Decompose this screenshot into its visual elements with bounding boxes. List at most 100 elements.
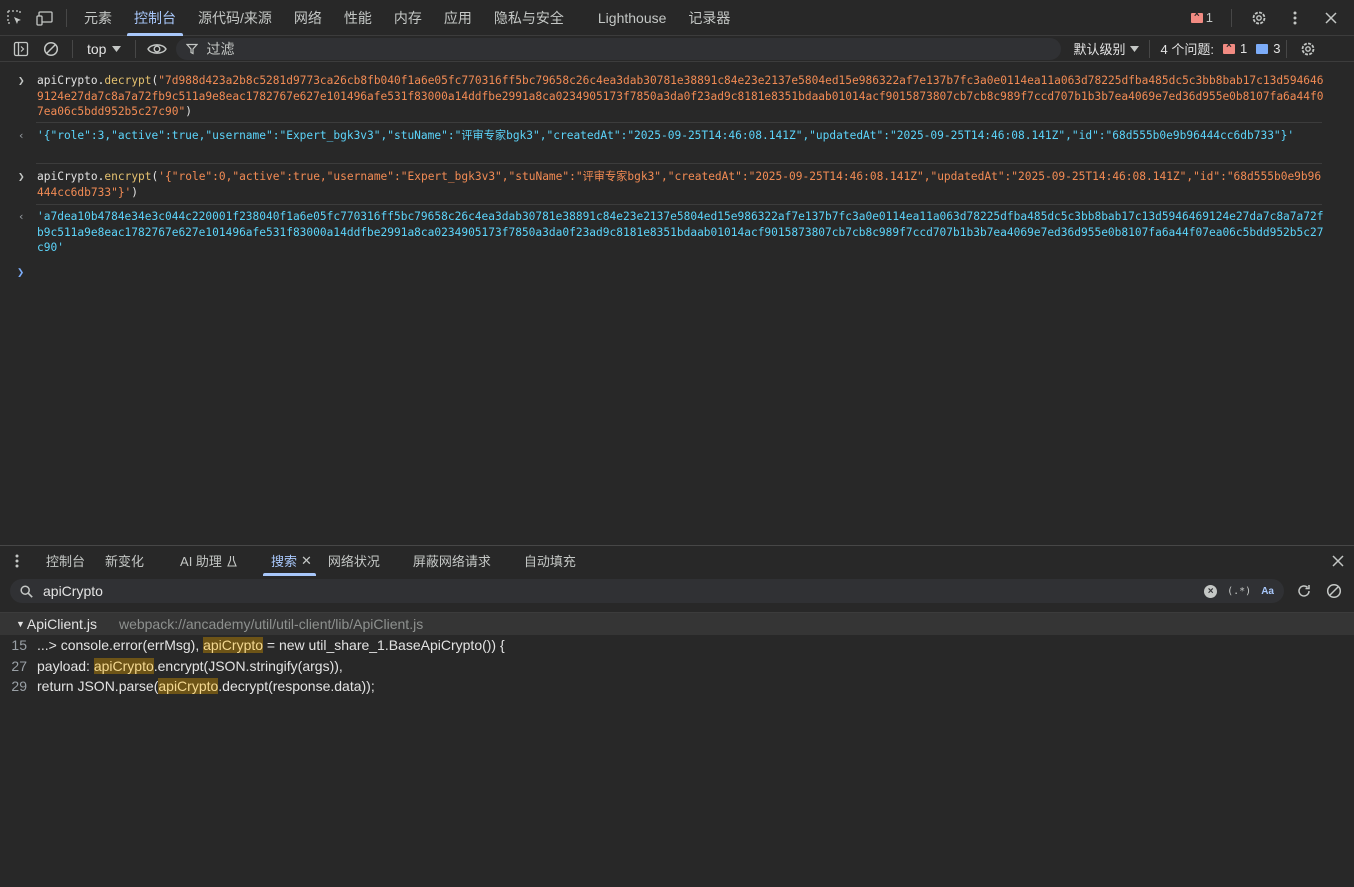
log-level-value: 默认级别 xyxy=(1073,42,1126,57)
filter-input[interactable]: 过滤 xyxy=(176,37,1062,60)
drawer-tab-whats-new[interactable]: 新变化 xyxy=(97,546,152,576)
error-flag-icon xyxy=(1190,9,1203,23)
separator xyxy=(66,8,67,27)
drawer-tab-search-label: 搜索 xyxy=(270,554,297,569)
search-row: apiCrypto × (.*) Aa xyxy=(0,576,1354,606)
tab-console[interactable]: 控制台 xyxy=(123,0,187,36)
issues-label: 4 个问题: xyxy=(1160,42,1214,57)
search-query: apiCrypto xyxy=(43,583,103,599)
match-after: .decrypt(response.data)); xyxy=(218,678,375,695)
result-match-line[interactable]: 29 return JSON.parse(apiCrypto .decrypt(re… xyxy=(0,676,1354,697)
divider xyxy=(36,204,1322,205)
error-count: 1 xyxy=(1205,10,1213,25)
drawer-tab-network-conditions[interactable]: 网络状况 xyxy=(320,546,388,576)
tab-recorder[interactable]: 记录器 xyxy=(677,0,741,36)
match-case-toggle[interactable]: Aa xyxy=(1261,586,1274,597)
match-highlight: apiCrypto xyxy=(158,678,219,695)
issues-error-count: 1 xyxy=(1239,41,1248,56)
tab-elements[interactable]: 元素 xyxy=(73,0,123,36)
issue-error-icon xyxy=(1222,40,1235,54)
match-before: return JSON.parse( xyxy=(37,678,159,695)
regex-toggle[interactable]: (.*) xyxy=(1227,586,1251,597)
live-expression-eye-icon[interactable] xyxy=(142,36,172,62)
drawer-tab-search[interactable]: 搜索 ✕ xyxy=(262,546,316,576)
drawer-tab-request-blocking[interactable]: 屏蔽网络请求 xyxy=(405,546,499,576)
result-arrow-icon: ‹ xyxy=(18,210,25,223)
divider xyxy=(36,163,1322,164)
code-paren-close: ) xyxy=(185,105,192,118)
code-method: encrypt xyxy=(104,170,152,183)
separator xyxy=(1286,39,1288,58)
separator xyxy=(72,39,73,58)
chevron-down-icon xyxy=(112,45,122,52)
code-string-arg: '{"role":0,"active":true,"username":"Exp… xyxy=(37,170,1322,199)
close-devtools-icon[interactable] xyxy=(1316,0,1346,36)
tab-privacy-security[interactable]: 隐私与安全 xyxy=(483,0,575,36)
error-count-badge[interactable]: 1 xyxy=(1185,9,1219,25)
issues-info-count: 3 xyxy=(1273,41,1281,56)
drawer-tab-console[interactable]: 控制台 xyxy=(38,546,93,576)
tab-sources[interactable]: 源代码/来源 xyxy=(187,0,283,36)
issues-counter[interactable]: 4 个问题: 1 3 xyxy=(1160,39,1280,58)
console-toolbar: top 过滤 默认级别 4 个问题: 1 3 xyxy=(0,36,1354,62)
close-drawer-icon[interactable] xyxy=(1332,554,1344,567)
line-number: 27 xyxy=(11,657,27,674)
match-after: .encrypt(JSON.stringify(args)), xyxy=(153,657,343,674)
code-object: apiCrypto xyxy=(37,170,98,183)
separator xyxy=(1231,8,1232,27)
result-file-path: webpack://ancademy/util/util-client/lib/… xyxy=(118,616,424,632)
match-after: = new util_share_1.BaseApiCrypto()) { xyxy=(263,637,505,654)
flask-icon xyxy=(227,555,237,567)
match-before: payload: xyxy=(37,657,94,674)
inspect-element-icon[interactable] xyxy=(0,0,30,36)
console-settings-gear-icon[interactable] xyxy=(1293,36,1323,62)
expand-chevron-icon: ❯ xyxy=(18,74,25,87)
filter-icon xyxy=(186,43,199,54)
collapse-triangle-icon[interactable]: ▼ xyxy=(16,619,25,629)
console-output[interactable]: ❯ apiCrypto.decrypt("7d988d423a2b8c5281d… xyxy=(0,63,1354,544)
refresh-icon[interactable] xyxy=(1296,583,1312,599)
tab-lighthouse[interactable]: Lighthouse xyxy=(587,0,678,36)
clear-console-icon[interactable] xyxy=(36,36,66,62)
drawer-tab-ai-assistant[interactable]: AI 助理 xyxy=(172,546,245,576)
settings-gear-icon[interactable] xyxy=(1244,0,1274,36)
result-file-row[interactable]: ▼ ApiClient.js webpack://ancademy/util/u… xyxy=(0,613,1354,635)
drawer-tab-ai-label: AI 助理 xyxy=(180,554,222,569)
clear-results-icon[interactable] xyxy=(1326,583,1342,599)
clear-search-icon[interactable]: × xyxy=(1204,584,1218,598)
result-match-line[interactable]: 15 ...> console.error(errMsg), apiCrypto … xyxy=(0,635,1354,656)
code-string-arg: "7d988d423a2b8c5281d9773ca26cb8fb040f1a6… xyxy=(37,74,1324,118)
log-level-selector[interactable]: 默认级别 xyxy=(1073,39,1140,58)
match-highlight: apiCrypto xyxy=(203,637,264,654)
result-file-name: ApiClient.js xyxy=(26,616,97,632)
drawer-tab-bar: 控制台 新变化 AI 助理 搜索 ✕ 网络状况 屏蔽网络请求 自动填充 xyxy=(0,545,1354,576)
search-input[interactable]: apiCrypto × (.*) Aa xyxy=(10,579,1284,603)
search-icon xyxy=(20,584,33,598)
separator xyxy=(1149,39,1151,58)
main-tab-bar: 元素 控制台 源代码/来源 网络 性能 内存 应用 隐私与安全 Lighthou… xyxy=(0,0,1354,36)
match-highlight: apiCrypto xyxy=(93,657,154,674)
drawer-menu-icon[interactable] xyxy=(0,554,34,568)
result-match-line[interactable]: 27 payload: apiCrypto .encrypt(JSON.string… xyxy=(0,656,1354,677)
tab-performance[interactable]: 性能 xyxy=(333,0,383,36)
drawer-tab-autofill[interactable]: 自动填充 xyxy=(516,546,584,576)
issue-info-icon xyxy=(1256,43,1269,54)
tab-application[interactable]: 应用 xyxy=(433,0,483,36)
context-value: top xyxy=(87,40,107,57)
filter-placeholder: 过滤 xyxy=(206,40,235,57)
context-selector[interactable]: top xyxy=(79,41,129,57)
match-before: ...> console.error(errMsg), xyxy=(37,637,204,654)
sidebar-toggle-icon[interactable] xyxy=(6,36,36,62)
tab-network[interactable]: 网络 xyxy=(283,0,333,36)
code-paren-close: ) xyxy=(131,185,139,199)
result-string: '{"role":3,"active":true,"username":"Exp… xyxy=(37,129,1295,142)
expand-chevron-icon: ❯ xyxy=(18,170,25,183)
tab-memory[interactable]: 内存 xyxy=(383,0,433,36)
more-options-icon[interactable] xyxy=(1280,0,1310,36)
close-tab-icon[interactable]: ✕ xyxy=(301,553,312,569)
device-toolbar-icon[interactable] xyxy=(30,0,60,36)
separator xyxy=(135,39,137,58)
divider xyxy=(36,122,1322,123)
console-prompt-chevron-icon[interactable]: ❯ xyxy=(17,265,24,281)
search-results: ▼ ApiClient.js webpack://ancademy/util/u… xyxy=(0,612,1354,887)
